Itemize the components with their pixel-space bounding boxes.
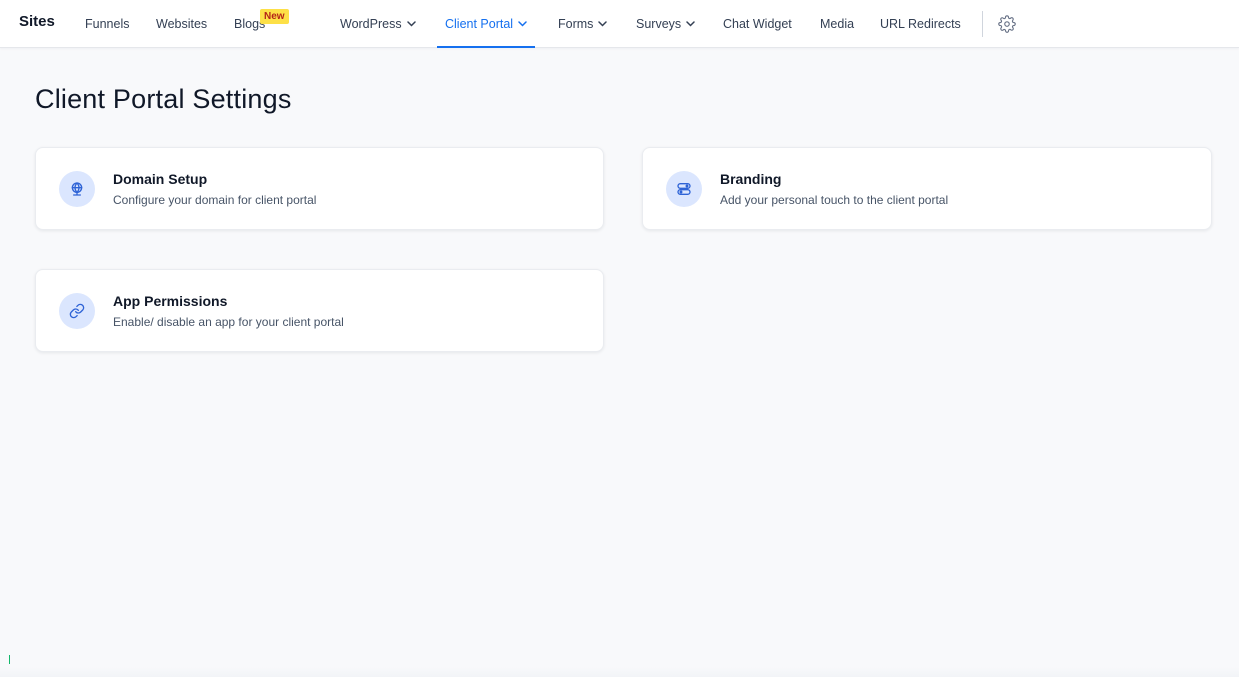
card-description: Configure your domain for client portal — [113, 193, 317, 207]
domain-setup-card[interactable]: Domain Setup Configure your domain for c… — [35, 147, 604, 230]
nav-websites[interactable]: Websites — [156, 0, 207, 48]
nav-funnels[interactable]: Funnels — [85, 0, 129, 48]
nav-surveys[interactable]: Surveys — [636, 0, 695, 48]
nav-blogs[interactable]: Blogs — [234, 0, 265, 48]
nav-chat-widget-label: Chat Widget — [723, 17, 792, 31]
nav-url-redirects-label: URL Redirects — [880, 17, 961, 31]
chevron-down-icon — [598, 21, 608, 27]
new-badge: New — [260, 9, 289, 24]
nav-wordpress[interactable]: WordPress — [340, 0, 416, 48]
nav-forms[interactable]: Forms — [558, 0, 608, 48]
nav-wordpress-label: WordPress — [340, 17, 402, 31]
app-permissions-card[interactable]: App Permissions Enable/ disable an app f… — [35, 269, 604, 352]
card-title: Domain Setup — [113, 171, 208, 187]
app-title: Sites — [19, 13, 55, 30]
nav-client-portal-label: Client Portal — [445, 17, 514, 31]
status-marker — [9, 655, 10, 664]
nav-media-label: Media — [820, 17, 855, 31]
toggles-icon — [666, 171, 702, 207]
card-description: Enable/ disable an app for your client p… — [113, 315, 344, 329]
card-title: Branding — [720, 171, 782, 187]
top-navigation-bar: Sites Funnels Websites Blogs New WordPre… — [0, 0, 1239, 48]
nav-websites-label: Websites — [156, 17, 208, 31]
nav-divider — [982, 11, 983, 37]
nav-surveys-label: Surveys — [636, 17, 682, 31]
bottom-edge — [0, 667, 1239, 677]
page-title: Client Portal Settings — [35, 84, 292, 114]
nav-chat-widget[interactable]: Chat Widget — [723, 0, 792, 48]
nav-media[interactable]: Media — [820, 0, 854, 48]
nav-client-portal[interactable]: Client Portal — [437, 0, 536, 48]
link-icon — [59, 293, 95, 329]
branding-card[interactable]: Branding Add your personal touch to the … — [642, 147, 1212, 230]
nav-funnels-label: Funnels — [85, 17, 130, 31]
nav-url-redirects[interactable]: URL Redirects — [880, 0, 961, 48]
card-description: Add your personal touch to the client po… — [720, 193, 949, 207]
gear-icon[interactable] — [998, 15, 1016, 33]
globe-icon — [59, 171, 95, 207]
chevron-down-icon — [406, 21, 416, 27]
chevron-down-icon — [686, 21, 695, 27]
nav-forms-label: Forms — [558, 17, 594, 31]
chevron-down-icon — [518, 21, 527, 27]
card-title: App Permissions — [113, 293, 228, 309]
